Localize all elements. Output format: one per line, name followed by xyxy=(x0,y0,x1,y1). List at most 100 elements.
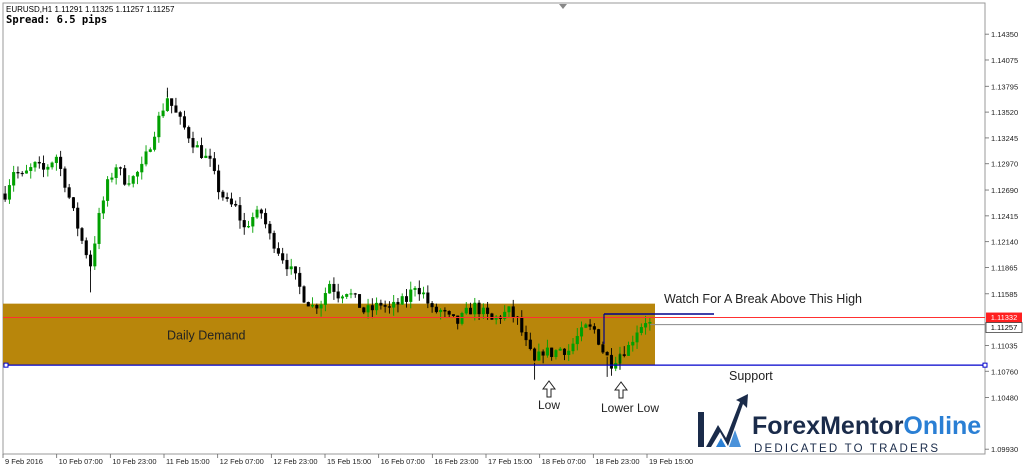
bear-candle xyxy=(605,352,609,356)
bull-candle xyxy=(251,217,255,227)
bear-candle xyxy=(588,324,592,327)
y-tick-label: 1.10760 xyxy=(991,367,1018,376)
scroll-marker-icon[interactable] xyxy=(559,4,567,9)
bear-candle xyxy=(174,105,178,113)
bear-candle xyxy=(486,307,490,314)
bull-candle xyxy=(114,167,118,179)
bull-candle xyxy=(580,327,584,337)
bear-candle xyxy=(16,172,20,174)
bull-candle xyxy=(50,162,54,168)
up-arrow-icon xyxy=(542,380,556,398)
chart-window[interactable]: Daily Demand Watch For A Break Above Thi… xyxy=(0,0,1024,467)
daily-demand-label: Daily Demand xyxy=(167,328,246,342)
bear-candle xyxy=(396,301,400,305)
bull-candle xyxy=(631,341,635,346)
bear-candle xyxy=(178,112,182,117)
bull-candle xyxy=(289,266,293,270)
bear-candle xyxy=(306,302,310,307)
bull-candle xyxy=(148,149,152,152)
bear-candle xyxy=(217,170,221,193)
bear-candle xyxy=(541,351,545,356)
support-annotation: Support xyxy=(729,369,773,383)
bear-candle xyxy=(336,291,340,299)
bear-candle xyxy=(63,168,67,188)
bull-candle xyxy=(12,172,16,186)
bull-candle xyxy=(46,166,50,170)
bear-candle xyxy=(170,98,174,106)
plot-frame xyxy=(2,2,986,455)
bull-candle xyxy=(54,156,58,164)
y-tick-label: 1.12970 xyxy=(991,160,1018,169)
bull-candle xyxy=(24,170,29,174)
bull-candle xyxy=(349,293,353,295)
bull-candle xyxy=(648,322,652,324)
bull-candle xyxy=(635,332,639,343)
x-tick-label: 17 Feb 15:00 xyxy=(488,457,532,466)
bull-candle xyxy=(537,351,541,361)
bear-candle xyxy=(383,305,387,307)
bear-candle xyxy=(259,209,263,214)
bull-candle xyxy=(545,347,549,356)
bear-candle xyxy=(362,307,366,313)
bear-candle xyxy=(200,145,204,159)
bull-candle xyxy=(204,155,208,159)
price-chart[interactable]: Daily Demand Watch For A Break Above Thi… xyxy=(0,0,1024,467)
y-tick-label: 1.11865 xyxy=(991,263,1018,272)
bid-price-tag: 1.11332 xyxy=(986,312,1022,323)
bull-candle xyxy=(409,289,413,302)
bear-candle xyxy=(76,207,80,229)
bear-candle xyxy=(118,167,122,169)
bull-candle xyxy=(400,296,404,305)
bear-candle xyxy=(42,163,46,170)
price-axis[interactable]: 1.14350 1.14075 1.13795 1.13520 1.13245 1.129… xyxy=(985,30,1018,454)
y-tick-label: 1.12690 xyxy=(991,186,1018,195)
bear-candle xyxy=(123,168,127,185)
bull-candle xyxy=(110,177,114,180)
bear-candle xyxy=(212,158,216,172)
bull-candle xyxy=(340,296,344,299)
symbol-header: EURUSD,H1 1.11291 1.11325 1.11257 1.1125… xyxy=(6,5,175,14)
chart-up-arrow-icon xyxy=(698,394,748,447)
bear-candle xyxy=(490,313,494,320)
bull-candle xyxy=(639,327,643,333)
x-tick-label: 16 Feb 23:00 xyxy=(434,457,478,466)
bear-candle xyxy=(264,212,268,225)
bear-candle xyxy=(182,116,186,128)
lower-low-annotation: Lower Low xyxy=(601,401,659,415)
time-axis[interactable]: 9 Feb 2016 10 Feb 07:00 10 Feb 23:00 11 Feb… xyxy=(2,454,693,466)
bear-candle xyxy=(276,248,280,254)
svg-text:1.11332: 1.11332 xyxy=(991,313,1018,322)
support-handle-right[interactable] xyxy=(982,362,988,368)
bull-candle xyxy=(558,348,562,351)
bear-candle xyxy=(469,307,473,315)
bull-candle xyxy=(140,163,144,173)
y-tick-label: 1.13795 xyxy=(991,82,1018,91)
bull-candle xyxy=(567,350,571,355)
bear-candle xyxy=(592,326,596,330)
bear-candle xyxy=(520,316,524,333)
bull-candle xyxy=(644,323,648,328)
bear-candle xyxy=(370,305,374,311)
bear-candle xyxy=(443,309,447,312)
x-tick-label: 19 Feb 15:00 xyxy=(649,457,693,466)
bear-candle xyxy=(332,283,336,292)
bear-candle xyxy=(20,172,24,175)
x-tick-label: 11 Feb 15:00 xyxy=(166,457,210,466)
bear-candle xyxy=(524,332,528,341)
support-handle-left[interactable] xyxy=(3,362,9,368)
bear-candle xyxy=(357,294,362,308)
bear-candle xyxy=(451,314,455,317)
bull-candle xyxy=(29,167,33,171)
logo-tagline: DEDICATED TO TRADERS xyxy=(754,443,940,455)
bear-candle xyxy=(242,220,246,228)
y-tick-label: 1.09930 xyxy=(991,445,1018,454)
bear-candle xyxy=(379,302,383,306)
svg-text:1.11257: 1.11257 xyxy=(991,323,1018,332)
spread-label: Spread: 6.5 pips xyxy=(6,14,107,26)
bear-candle xyxy=(302,286,306,303)
bull-candle xyxy=(481,307,485,315)
bear-candle xyxy=(298,272,302,287)
bull-candle xyxy=(464,307,468,314)
y-tick-label: 1.14075 xyxy=(991,56,1018,65)
x-tick-label: 9 Feb 2016 xyxy=(5,457,43,466)
